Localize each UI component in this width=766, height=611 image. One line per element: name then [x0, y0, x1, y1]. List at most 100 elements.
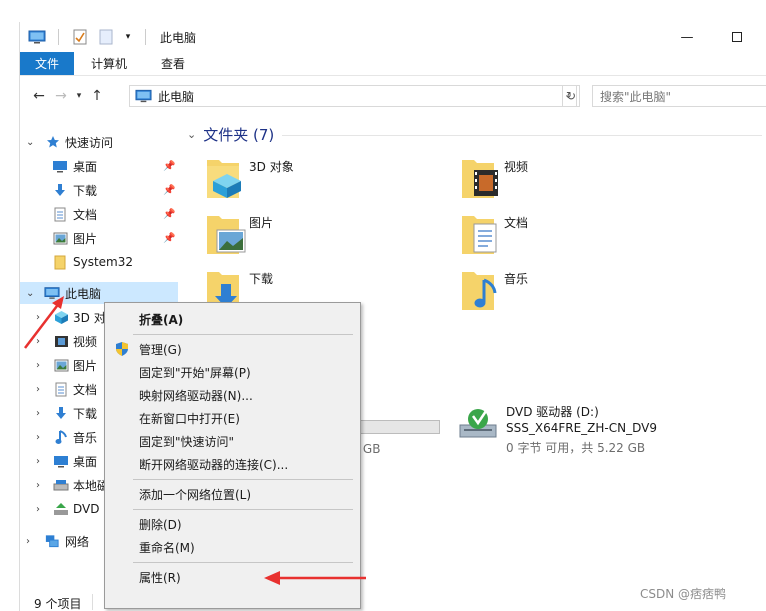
download-icon [53, 405, 69, 421]
search-input[interactable]: 搜索"此电脑" [592, 85, 766, 107]
desktop-background-left [0, 0, 19, 611]
menu-item-add-network-location[interactable]: 添加一个网络位置(L) [105, 483, 360, 505]
document-icon [52, 206, 68, 222]
folder-tile-videos[interactable]: 视频 [460, 154, 700, 206]
chevron-right-icon[interactable]: › [36, 432, 40, 443]
maximize-icon [732, 32, 742, 42]
back-button[interactable]: ← [28, 84, 50, 108]
nav-label: 桌面 [73, 159, 98, 174]
nav-item-this-pc[interactable]: ⌄ 此电脑 [20, 282, 178, 304]
nav-item-quick-access[interactable]: ⌄ 快速访问 [20, 131, 178, 153]
nav-item-desktop[interactable]: 桌面 📌 [20, 155, 178, 177]
context-menu: 折叠(A) 管理(G) 固定到"开始"屏幕(P) 映射网络驱动器(N)... 在… [104, 302, 361, 609]
menu-item-properties[interactable]: 属性(R) [105, 566, 360, 588]
nav-item-downloads[interactable]: 下载 📌 [20, 179, 178, 201]
chevron-down-icon[interactable]: ⌄ [187, 128, 196, 141]
computer-icon [28, 29, 46, 45]
customize-toolbar-icon[interactable]: ▾ [123, 29, 133, 45]
chevron-right-icon[interactable]: › [36, 312, 40, 323]
recent-locations-button[interactable]: ▾ [72, 84, 86, 108]
refresh-icon: ↻ [565, 89, 577, 103]
folder-label: 音乐 [504, 272, 529, 286]
folder-icon [52, 254, 68, 270]
chevron-right-icon[interactable]: › [36, 504, 40, 515]
folder-tile-3d-objects[interactable]: 3D 对象 [205, 154, 445, 206]
nav-label: 下载 [73, 406, 98, 421]
up-button[interactable]: ↑ [86, 84, 108, 108]
menu-item-open-new-window[interactable]: 在新窗口中打开(E) [105, 407, 360, 429]
chevron-right-icon[interactable]: › [26, 536, 30, 547]
dvd-drive-icon [53, 501, 69, 517]
desktop-background [0, 0, 766, 22]
menu-item-delete[interactable]: 删除(D) [105, 513, 360, 535]
music-folder-icon [462, 272, 497, 310]
chevron-right-icon[interactable]: › [36, 384, 40, 395]
title-bar: ▾ 此电脑 — [20, 22, 766, 52]
menu-item-map-network-drive[interactable]: 映射网络驱动器(N)... [105, 384, 360, 406]
new-folder-icon[interactable] [97, 29, 115, 45]
drive-name: DVD 驱动器 (D:) [506, 405, 599, 419]
chevron-right-icon[interactable]: › [36, 360, 40, 371]
nav-label: 下载 [73, 183, 98, 198]
picture-icon [53, 357, 69, 373]
window-title: 此电脑 [160, 30, 197, 45]
properties-icon[interactable] [71, 29, 89, 45]
chevron-right-icon[interactable]: › [36, 336, 40, 347]
3d-objects-folder-icon [207, 160, 241, 198]
pin-icon[interactable]: 📌 [163, 161, 175, 172]
forward-button[interactable]: → [50, 84, 72, 108]
desktop-icon [53, 453, 69, 469]
nav-item-documents[interactable]: 文档 📌 [20, 203, 178, 225]
nav-item-pictures[interactable]: 图片 📌 [20, 227, 178, 249]
breadcrumb[interactable]: 此电脑 [158, 88, 194, 105]
menu-item-pin-quick-access[interactable]: 固定到"快速访问" [105, 430, 360, 452]
drive-space-text: 0 字节 可用，共 5.22 GB [506, 441, 646, 455]
star-icon [45, 134, 61, 150]
chevron-right-icon[interactable]: › [36, 408, 40, 419]
folder-label: 下载 [249, 272, 274, 286]
nav-label: 文档 [73, 382, 98, 397]
nav-label: 3D 对 [73, 310, 106, 325]
menu-item-rename[interactable]: 重命名(M) [105, 536, 360, 558]
folder-tile-music[interactable]: 音乐 [460, 266, 700, 318]
chevron-down-icon[interactable]: ⌄ [26, 137, 34, 148]
chevron-down-icon[interactable]: ⌄ [26, 288, 34, 299]
menu-item-disconnect-network-drive[interactable]: 断开网络驱动器的连接(C)... [105, 453, 360, 475]
tab-file[interactable]: 文件 [20, 52, 75, 75]
menu-item-collapse[interactable]: 折叠(A) [105, 308, 360, 330]
menu-item-pin-to-start[interactable]: 固定到"开始"屏幕(P) [105, 361, 360, 383]
pin-icon[interactable]: 📌 [163, 233, 175, 244]
hard-drive-icon [53, 477, 69, 493]
download-icon [52, 182, 68, 198]
section-divider [282, 135, 762, 136]
refresh-button[interactable]: ↻ [562, 85, 580, 107]
status-item-count: 9 个项目 [34, 597, 82, 611]
chevron-right-icon[interactable]: › [36, 456, 40, 467]
status-separator [92, 594, 93, 610]
pin-icon[interactable]: 📌 [163, 209, 175, 220]
ribbon-tabs: 文件 计算机 查看 [20, 52, 766, 76]
address-bar[interactable]: 此电脑 ⌄ [129, 85, 577, 107]
nav-label: 桌面 [73, 454, 98, 469]
chevron-right-icon[interactable]: › [36, 480, 40, 491]
tab-view[interactable]: 查看 [144, 52, 202, 75]
toolbar-separator [58, 29, 59, 45]
tab-computer[interactable]: 计算机 [74, 52, 144, 75]
folder-tile-documents[interactable]: 文档 [460, 210, 700, 262]
menu-item-manage[interactable]: 管理(G) [105, 338, 360, 360]
documents-folder-icon [462, 216, 497, 254]
folder-tile-pictures[interactable]: 图片 [205, 210, 445, 262]
maximize-button[interactable] [714, 22, 760, 52]
pin-icon[interactable]: 📌 [163, 185, 175, 196]
minimize-button[interactable]: — [664, 22, 710, 52]
drive-tile-dvd[interactable]: DVD 驱动器 (D:) SSS_X64FRE_ZH-CN_DV9 0 字节 可… [458, 401, 718, 457]
section-title: 文件夹 (7) [203, 126, 275, 144]
nav-label: 音乐 [73, 430, 98, 445]
file-explorer-window: ▾ 此电脑 — 文件 计算机 查看 ← → ▾ ↑ 此电脑 ⌄ ↻ 搜索"此电脑… [19, 22, 766, 611]
menu-separator [133, 334, 353, 335]
folders-section-header[interactable]: ⌄ 文件夹 (7) [187, 124, 274, 145]
pictures-folder-icon [207, 216, 246, 254]
minimize-icon: — [680, 29, 694, 45]
nav-item-system32[interactable]: System32 [20, 251, 178, 273]
nav-label: 快速访问 [65, 135, 114, 150]
